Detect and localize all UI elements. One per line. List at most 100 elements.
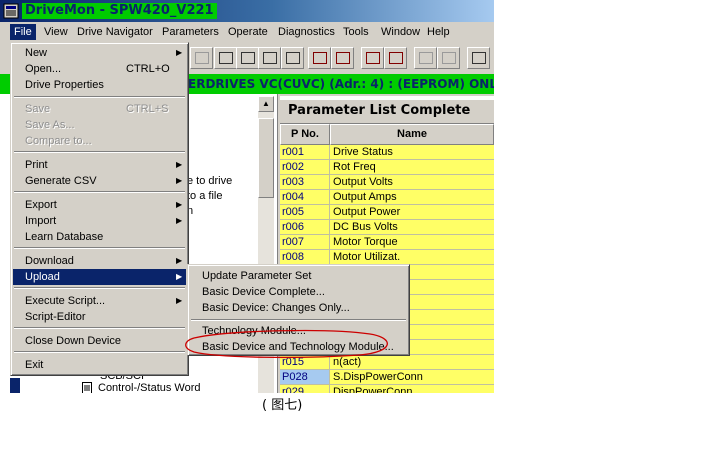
menu-separator [14, 96, 185, 98]
tree-selection-marker [10, 378, 20, 393]
menu-window[interactable]: Window [377, 24, 424, 40]
menu-separator [14, 191, 185, 193]
param-number: r005 [280, 205, 329, 220]
menu-item-generate-csv[interactable]: Generate CSV ▶ [13, 173, 186, 189]
copy-icon [441, 52, 456, 64]
menu-item-save-as[interactable]: Save As... [13, 117, 186, 133]
column-header-pno[interactable]: P No. [280, 124, 330, 145]
menu-item-execute-script[interactable]: Execute Script... ▶ [13, 293, 186, 309]
parameter-list-title: Parameter List Complete [288, 103, 471, 118]
param-name: Rot Freq [329, 160, 494, 175]
table-row[interactable]: r005 Output Power [280, 205, 494, 220]
menu-separator [14, 327, 185, 329]
figure-caption: ( 图七) [262, 398, 303, 413]
toolbar-button-2[interactable] [214, 47, 237, 69]
menu-item-label: Generate CSV [25, 175, 97, 187]
menu-item-label: New [25, 47, 48, 59]
table-row[interactable]: P028 S.DispPowerConn [280, 370, 494, 385]
menu-file[interactable]: File [10, 24, 36, 40]
network-icon [285, 52, 300, 64]
menu-item-close-down-device[interactable]: Close Down Device [13, 333, 186, 349]
param-name: Motor Torque [329, 235, 494, 250]
menu-item-label: Compare to... [25, 135, 92, 147]
menu-separator [14, 247, 185, 249]
menu-item-print[interactable]: Print ▶ [13, 157, 186, 173]
menu-item-learn-database[interactable]: Learn Database [13, 229, 186, 245]
compare-icon [418, 52, 433, 64]
table-row[interactable]: r001 Drive Status [280, 145, 494, 160]
menu-item-label: Export [25, 199, 57, 211]
parameter-list-header: Parameter List Complete [280, 100, 494, 124]
menu-item-upload[interactable]: Upload ▶ [13, 269, 186, 285]
table-row[interactable]: r008 Motor Utilizat. [280, 250, 494, 265]
scrollbar-thumb[interactable] [258, 118, 274, 198]
toolbar-button-10[interactable] [414, 47, 437, 69]
table-row[interactable]: r002 Rot Freq [280, 160, 494, 175]
submenu-item-basic-device-changes-only[interactable]: Basic Device: Changes Only... [190, 300, 407, 316]
menu-item-exit[interactable]: Exit [13, 357, 186, 373]
tree-item-control-status-word[interactable]: Control-/Status Word [98, 382, 201, 393]
toolbar-button-8[interactable] [361, 47, 384, 69]
menu-item-label: Download [25, 255, 74, 267]
app-window: DriveMon - SPW420_V221 File View Drive N… [0, 0, 494, 393]
toolbar-button-12[interactable] [467, 47, 490, 69]
menu-item-new[interactable]: New ▶ [13, 45, 186, 61]
menu-help[interactable]: Help [423, 24, 454, 40]
menu-item-compare-to[interactable]: Compare to... [13, 133, 186, 149]
menu-item-save[interactable]: Save CTRL+S [13, 101, 186, 117]
menu-item-label: Drive Properties [25, 79, 104, 91]
tree-text-fragment: to a file [187, 190, 223, 202]
menu-separator [14, 351, 185, 353]
toolbar-button-4[interactable] [258, 47, 281, 69]
menu-bar: File View Drive Navigator Parameters Ope… [0, 22, 494, 42]
menu-item-label: Basic Device Complete... [202, 286, 325, 298]
table-row[interactable]: r007 Motor Torque [280, 235, 494, 250]
toolbar-button-6[interactable] [308, 47, 331, 69]
param-number: r029 [280, 385, 329, 393]
submenu-item-update-parameter-set[interactable]: Update Parameter Set [190, 268, 407, 284]
trend-icon [388, 52, 403, 64]
table-row[interactable]: r006 DC Bus Volts [280, 220, 494, 235]
submenu-arrow-icon: ▶ [176, 176, 183, 185]
connect-all-icon [262, 52, 277, 64]
toolbar-button-7[interactable] [331, 47, 354, 69]
scroll-up-arrow-icon[interactable]: ▲ [258, 96, 274, 112]
menu-item-script-editor[interactable]: Script-Editor [13, 309, 186, 325]
table-row[interactable]: r004 Output Amps [280, 190, 494, 205]
menu-item-export[interactable]: Export ▶ [13, 197, 186, 213]
connect-icon [240, 52, 255, 64]
param-number: r004 [280, 190, 329, 205]
toolbar-button-11[interactable] [437, 47, 460, 69]
toolbar-button-9[interactable] [384, 47, 407, 69]
submenu-arrow-icon: ▶ [176, 296, 183, 305]
menu-item-import[interactable]: Import ▶ [13, 213, 186, 229]
menu-view[interactable]: View [40, 24, 72, 40]
red-annotation-ellipse [185, 329, 388, 359]
menu-drive-navigator[interactable]: Drive Navigator [73, 24, 157, 40]
param-name: DC Bus Volts [329, 220, 494, 235]
list-icon [471, 52, 486, 64]
menu-item-open[interactable]: Open... CTRL+O [13, 61, 186, 77]
table-row[interactable]: r029 DispPowerConn [280, 385, 494, 393]
param-name: Output Amps [329, 190, 494, 205]
menu-item-download[interactable]: Download ▶ [13, 253, 186, 269]
param-number: P028 [280, 370, 329, 385]
param-number: r003 [280, 175, 329, 190]
menu-parameters[interactable]: Parameters [158, 24, 223, 40]
menu-diagnostics[interactable]: Diagnostics [274, 24, 339, 40]
menu-operate[interactable]: Operate [224, 24, 272, 40]
param-name: Motor Utilizat. [329, 250, 494, 265]
menu-tools[interactable]: Tools [339, 24, 373, 40]
toolbar-button-1[interactable] [190, 47, 213, 69]
title-bar[interactable]: DriveMon - SPW420_V221 [0, 0, 494, 22]
app-icon [3, 3, 19, 19]
toolbar-button-3[interactable] [236, 47, 259, 69]
submenu-item-basic-device-complete[interactable]: Basic Device Complete... [190, 284, 407, 300]
submenu-arrow-icon: ▶ [176, 160, 183, 169]
submenu-arrow-icon: ▶ [176, 272, 183, 281]
table-row[interactable]: r003 Output Volts [280, 175, 494, 190]
toolbar-button-5[interactable] [281, 47, 304, 69]
column-header-name[interactable]: Name [330, 124, 494, 145]
menu-item-drive-properties[interactable]: Drive Properties [13, 77, 186, 93]
drive-status-text: ERDRIVES VC(CUVC) (Adr.: 4) : (EEPROM) O… [188, 77, 494, 91]
